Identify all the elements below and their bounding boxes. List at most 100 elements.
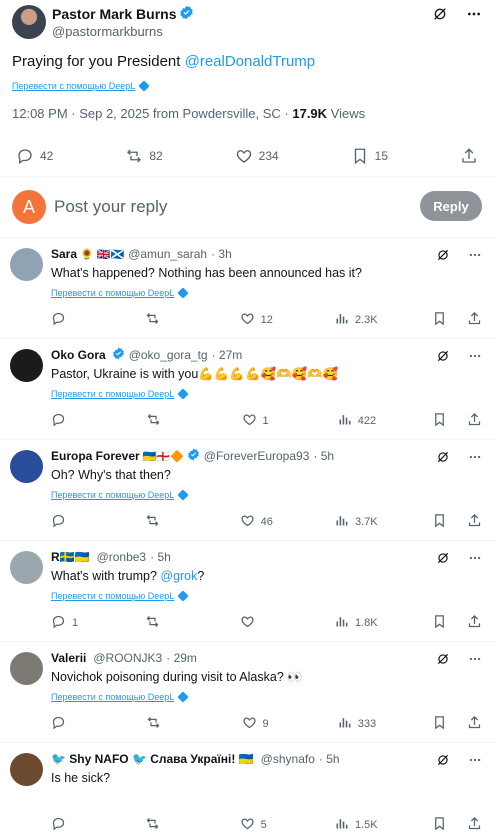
share-button[interactable] [467,715,482,733]
bookmark-button[interactable] [432,513,447,531]
more-icon[interactable] [468,248,482,262]
reply-time[interactable]: · 5h [150,550,171,564]
reply-time[interactable]: · 27m [212,348,243,362]
share-button[interactable] [467,513,482,531]
bookmark-button[interactable] [432,412,447,430]
reply-author-handle[interactable]: @ROONJK3 [93,651,162,665]
reply-avatar[interactable] [10,551,43,584]
translate-link[interactable]: Перевести с помощью DeepL [51,287,189,299]
reply-button[interactable] [51,513,91,531]
reply-author-handle[interactable]: @ronbe3 [97,550,147,564]
translate-link[interactable]: Перевести с помощью DeepL [51,590,189,602]
like-button[interactable]: 46 [240,513,280,531]
repost-button[interactable] [146,412,186,430]
like-button[interactable]: 5 [240,816,280,832]
reply-item[interactable]: Sara 🌻 🇬🇧🏴󠁧󠁢󠁳󠁣󠁴󠁿 @amun_sarah · 3h What's… [0,237,496,338]
reply-author-name[interactable]: Oko Gora [51,348,106,362]
reply-time[interactable]: · 29m [166,651,197,665]
reply-button[interactable] [51,715,91,733]
author-handle[interactable]: @pastormarkburns [52,24,194,40]
mention-link[interactable]: @grok [160,569,197,583]
grok-icon[interactable] [436,450,450,464]
reply-time[interactable]: · 3h [211,247,232,261]
reply-author-handle[interactable]: @shynafo [261,752,315,766]
reply-button[interactable] [51,412,91,430]
share-button[interactable] [460,147,478,165]
share-button[interactable] [467,816,482,832]
grok-icon[interactable] [436,551,450,565]
author-name[interactable]: Pastor Mark Burns [52,6,176,22]
reply-author-handle[interactable]: @oko_gora_tg [129,348,208,362]
translate-link[interactable]: Перевести с помощью DeepL [51,388,189,400]
share-button[interactable] [467,311,482,329]
repost-button[interactable] [146,715,186,733]
share-button[interactable] [467,412,482,430]
mention-link[interactable]: @realDonaldTrump [185,53,316,70]
more-icon[interactable] [468,349,482,363]
reply-button[interactable]: 1 [51,614,91,632]
grok-icon[interactable] [436,248,450,262]
reply-author-name[interactable]: Valerii [51,651,86,665]
bookmark-button[interactable]: 15 [351,147,388,165]
bookmark-button[interactable] [432,715,447,733]
views-button[interactable]: 3.7K [334,513,378,531]
reply-author-handle[interactable]: @amun_sarah [128,247,207,261]
views-button[interactable]: 422 [337,412,377,430]
share-button[interactable] [467,614,482,632]
post-timestamp[interactable]: 12:08 PM · Sep 2, 2025 from Powdersville… [12,106,292,121]
author-avatar[interactable] [12,5,46,39]
translate-link[interactable]: Перевести с помощью DeepL [51,489,189,501]
grok-icon[interactable] [436,349,450,363]
reply-time[interactable]: · 5h [313,449,334,463]
reply-button[interactable]: 42 [16,147,53,165]
views-button[interactable]: 333 [337,715,377,733]
repost-button[interactable] [145,816,185,832]
reply-item[interactable]: Europa Forever 🇺🇦🏴󠁧󠁢󠁥󠁮󠁧󠁿🔶 @ForeverEuropa… [0,439,496,540]
more-icon[interactable] [466,6,482,22]
repost-button[interactable]: 82 [125,147,163,165]
like-button[interactable] [240,614,280,632]
reply-avatar[interactable] [10,652,43,685]
grok-icon[interactable] [436,753,450,767]
repost-button[interactable] [145,513,185,531]
user-avatar[interactable]: A [12,190,46,224]
reply-author-handle[interactable]: @ForeverEuropa93 [204,449,310,463]
like-button[interactable]: 9 [242,715,282,733]
like-button[interactable]: 12 [240,311,280,329]
reply-item[interactable]: R🇸🇪🇺🇦 @ronbe3 · 5h What's with trump? @g… [0,540,496,641]
views-button[interactable]: 1.5K [334,816,378,832]
reply-author-name[interactable]: Europa Forever [51,449,140,463]
more-icon[interactable] [468,652,482,666]
bookmark-button[interactable] [432,614,447,632]
reply-submit-button[interactable]: Reply [420,191,482,221]
reply-avatar[interactable] [10,450,43,483]
reply-avatar[interactable] [10,349,43,382]
translate-link[interactable]: Перевести с помощью DeepL [51,691,189,703]
reply-time[interactable]: · 5h [319,752,340,766]
reply-avatar[interactable] [10,753,43,786]
reply-item[interactable]: Valerii @ROONJK3 · 29m Novichok poisonin… [0,641,496,742]
reply-author-name[interactable]: 🐦 Shy NAFO 🐦 Слава Україні! 🇺🇦 [51,752,254,766]
views-button[interactable]: 2.3K [334,311,378,329]
repost-button[interactable] [145,311,185,329]
grok-icon[interactable] [436,652,450,666]
more-icon[interactable] [468,753,482,767]
bookmark-button[interactable] [432,311,447,329]
grok-icon[interactable] [432,6,448,22]
more-icon[interactable] [468,551,482,565]
reply-item[interactable]: Oko Gora @oko_gora_tg · 27m Pastor, Ukra… [0,338,496,439]
reply-item[interactable]: 🐦 Shy NAFO 🐦 Слава Україні! 🇺🇦 @shynafo … [0,742,496,832]
reply-author-name[interactable]: R🇸🇪🇺🇦 [51,550,90,564]
bookmark-button[interactable] [432,816,447,832]
more-icon[interactable] [468,450,482,464]
reply-button[interactable] [51,311,91,329]
translate-link[interactable]: Перевести с помощью DeepL [12,80,150,92]
reply-avatar[interactable] [10,248,43,281]
reply-button[interactable] [51,816,91,832]
reply-author-name[interactable]: Sara [51,247,77,261]
like-button[interactable]: 1 [242,412,282,430]
views-button[interactable]: 1.8K [334,614,378,632]
repost-button[interactable] [145,614,185,632]
like-button[interactable]: 234 [235,147,279,165]
reply-input[interactable]: Post your reply [54,197,167,217]
